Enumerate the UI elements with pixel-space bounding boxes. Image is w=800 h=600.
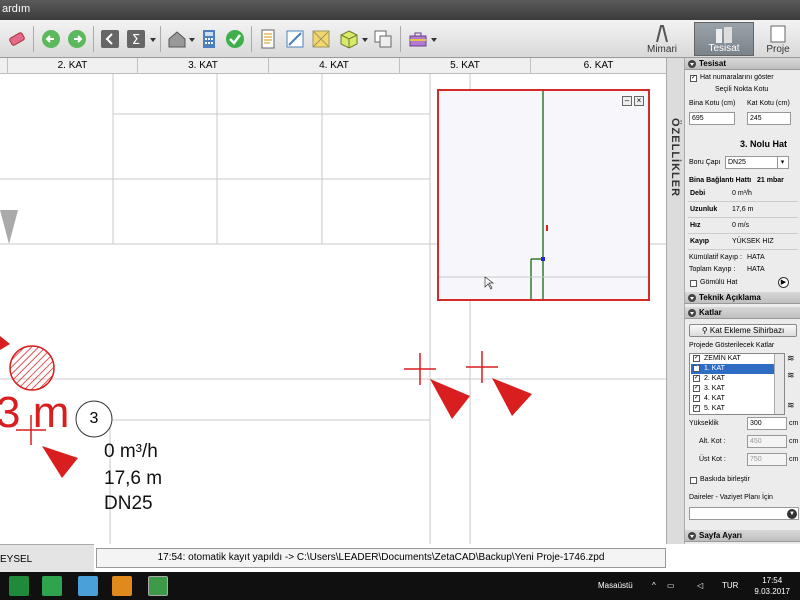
collapse-icon (688, 60, 696, 68)
layout-icon[interactable] (310, 28, 332, 50)
app-icon[interactable] (9, 576, 29, 596)
draw-line-icon[interactable] (284, 28, 306, 50)
chevron-down-icon: ▼ (787, 509, 797, 519)
floor-checkbox[interactable]: ✓ (693, 405, 700, 412)
table-row: Uzunluk 17,6 m (688, 202, 798, 218)
chevron-down-icon: ▾ (777, 157, 787, 168)
section-tesisat[interactable]: Tesisat (685, 58, 800, 70)
floor-header: 2. KAT 3. KAT 4. KAT 5. KAT 6. KAT (0, 58, 666, 74)
floor-tab-4[interactable]: 4. KAT (268, 58, 399, 74)
sum-icon[interactable]: Σ (125, 28, 147, 50)
language-indicator[interactable]: TUR (722, 581, 738, 590)
floor-list[interactable]: ✓ ZEMİN KAT ✓ 1. KAT ✓ 2. KAT ✓ 3. KAT ✓ 4. K… (689, 353, 785, 415)
collapse-icon (688, 294, 696, 302)
3d-box-icon[interactable] (338, 28, 360, 50)
pipe-diameter-select[interactable]: DN25 ▾ (725, 156, 789, 169)
title-bar: ardım (0, 0, 800, 20)
table-row: Kayıp YÜKSEK HIZ (688, 234, 798, 250)
taskbar: Masaüstü ^ ▭ ◁ TUR 17:54 9.03.2017 (0, 572, 800, 600)
show-numbers-checkbox[interactable]: ✓ (690, 75, 697, 82)
line-title: 3. Nolu Hat (740, 139, 788, 149)
floor-checkbox[interactable]: ✓ (693, 365, 700, 372)
eraser-icon[interactable] (6, 28, 28, 50)
tab-tesisat[interactable]: Tesisat (694, 22, 754, 56)
layers-icon[interactable]: ≋ (787, 400, 799, 410)
document-icon[interactable] (257, 28, 279, 50)
clock[interactable]: 17:54 9.03.2017 (754, 575, 790, 597)
list-item[interactable]: ✓ 5. KAT (691, 404, 775, 414)
layers-icon[interactable]: ≋ (787, 370, 799, 380)
merge-print-checkbox[interactable] (690, 477, 697, 484)
speaker-icon[interactable]: ◁ (697, 581, 703, 590)
line-length-label: 3 m (0, 388, 70, 437)
app-icon[interactable] (78, 576, 98, 596)
height-field[interactable]: 300 (747, 417, 787, 430)
list-item[interactable]: ✓ 3. KAT (691, 384, 775, 394)
undo-icon[interactable] (40, 28, 62, 50)
list-item[interactable]: ✓ 4. KAT (691, 394, 775, 404)
section-katlar[interactable]: Katlar (685, 307, 800, 319)
floor-checkbox[interactable]: ✓ (693, 395, 700, 402)
kat-kotu-field[interactable]: 245 (747, 112, 791, 125)
floor-checkbox[interactable]: ✓ (693, 355, 700, 362)
line-number-label: 3 (89, 410, 99, 427)
floor-tab-2[interactable]: 2. KAT (7, 58, 137, 74)
network-icon[interactable]: ▭ (667, 581, 675, 590)
table-row: Hız 0 m/s (688, 218, 798, 234)
check-icon[interactable] (224, 28, 246, 50)
bottom-level-field: 450 (747, 435, 787, 448)
length-value: 17,6 m (104, 468, 163, 489)
collapse-icon (688, 532, 696, 540)
list-item[interactable]: ✓ ZEMİN KAT (691, 354, 775, 364)
embedded-line-checkbox[interactable] (690, 280, 697, 287)
media-player-icon[interactable] (112, 576, 132, 596)
status-left: EYSEL (0, 544, 94, 572)
layers-icon[interactable]: ≋ (787, 353, 799, 363)
floor-list-scrollbar[interactable] (774, 354, 784, 414)
floor-checkbox[interactable]: ✓ (693, 375, 700, 382)
svg-text:Σ: Σ (132, 33, 140, 48)
list-item[interactable]: ✓ 1. KAT (691, 364, 775, 374)
status-message: 17:54: otomatik kayıt yapıldı -> C:\User… (96, 548, 666, 568)
tab-mimari[interactable]: Mimari (632, 22, 692, 56)
chevron-up-icon[interactable]: ^ (652, 581, 656, 590)
measure-icon[interactable] (99, 28, 121, 50)
zetacad-icon[interactable] (148, 576, 168, 596)
floor-wizard-button[interactable]: ⚲ Kat Ekleme Sihirbazı (689, 324, 797, 337)
floor-checkbox[interactable]: ✓ (693, 385, 700, 392)
desktop-label[interactable]: Masaüstü (598, 581, 633, 590)
apartments-select[interactable]: ▼ (689, 507, 799, 520)
preview-window[interactable]: – × (437, 89, 650, 301)
list-item[interactable]: ✓ 2. KAT (691, 374, 775, 384)
top-level-field: 750 (747, 453, 787, 466)
redo-icon[interactable] (66, 28, 88, 50)
magnifier-icon: ⚲ (701, 326, 710, 335)
floor-tab-5[interactable]: 5. KAT (399, 58, 530, 74)
preview-drawing (439, 91, 648, 299)
floor-tab-3[interactable]: 3. KAT (137, 58, 268, 74)
properties-panel: Tesisat ✓ Hat numaralarını göster Seçili… (684, 58, 800, 544)
table-row: Debi 0 m³/h (688, 186, 798, 202)
collapse-icon (688, 309, 696, 317)
tab-proje[interactable]: Proje (756, 22, 800, 56)
properties-vertical-tab[interactable]: ÖZELLİKLER (666, 58, 684, 544)
section-teknik[interactable]: Teknik Açıklama (685, 292, 800, 304)
calculator-icon[interactable] (198, 28, 220, 50)
play-icon[interactable]: ▶ (778, 277, 789, 288)
copy-icon[interactable] (372, 28, 394, 50)
bina-kotu-field[interactable]: 695 (689, 112, 735, 125)
app-icon[interactable] (42, 576, 62, 596)
section-sayfa[interactable]: Sayfa Ayarı (685, 530, 800, 542)
flow-value: 0 m³/h (104, 441, 158, 462)
diameter-value: DN25 (104, 493, 153, 514)
main-toolbar: Σ Mimari Tesisat Proje (0, 20, 800, 58)
floor-tab-6[interactable]: 6. KAT (530, 58, 666, 74)
toolbox-icon[interactable] (407, 28, 429, 50)
home-icon[interactable] (166, 28, 188, 50)
window-title: ardım (2, 3, 31, 15)
